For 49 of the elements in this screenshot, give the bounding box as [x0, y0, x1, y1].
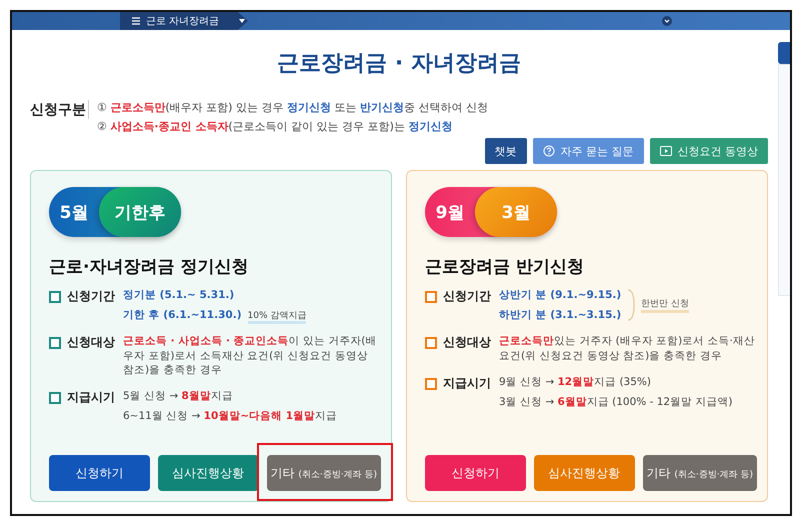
square-bullet-icon [49, 337, 61, 350]
brace-icon [627, 288, 636, 322]
note-label: 한번만 신청 [641, 297, 690, 314]
status-button[interactable]: 심사진행상황 [534, 455, 635, 491]
row-label: 지급시기 [67, 388, 115, 406]
info-line: 9월 신청 → 12월말지급 (35%) [499, 376, 651, 388]
row-label: 신청대상 [67, 334, 115, 352]
note-label: 10% 감액지급 [248, 311, 306, 324]
info-line: 근로소득만있는 거주자 (배우자 포함)로서 소득·재산 요건(위 신청요건 동영상 참조)을 충족한 경우 [499, 335, 755, 362]
type-description: ② 사업소득·종교인 소득자(근로소득이 같이 있는 경우 포함)는 정기신청 [97, 119, 454, 134]
other-button[interactable]: 기타 (취소·증빙·계좌 등) [266, 455, 381, 491]
chevron-down-icon[interactable] [662, 16, 672, 26]
card-title: 근로·자녀장려금 정기신청 [49, 256, 250, 278]
chatbot-button[interactable]: 챗봇 [484, 138, 526, 164]
card-title: 근로장려금 반기신청 [425, 256, 585, 278]
question-icon [542, 145, 554, 157]
square-bullet-icon [425, 291, 437, 303]
apply-button[interactable]: 신청하기 [425, 455, 526, 491]
faq-button[interactable]: 자주 묻는 질문 [532, 138, 644, 164]
square-bullet-icon [49, 291, 61, 303]
month-label: 5월 [58, 202, 90, 224]
info-line: 상반기 분 (9.1.~9.15.) [499, 289, 622, 301]
page-title: 근로장려금 · 자녀장려금 [276, 50, 522, 78]
square-bullet-icon [425, 337, 437, 350]
square-bullet-icon [425, 378, 437, 390]
info-line: 3월 신청 → 6월말지급 (100% - 12월말 지급액) [499, 396, 733, 408]
row-label: 신청기간 [67, 288, 115, 305]
square-bullet-icon [49, 392, 61, 404]
menu-icon[interactable] [132, 17, 140, 25]
other-button[interactable]: 기타 (취소·증빙·계좌 등) [642, 455, 757, 491]
row-label: 신청대상 [443, 334, 491, 352]
month-label: 기한후 [99, 187, 181, 237]
month-label: 3월 [475, 187, 557, 237]
row-label: 지급시기 [443, 374, 491, 392]
info-line: 하반기 분 (3.1.~3.15.) [499, 309, 622, 322]
month-label: 9월 [434, 202, 466, 224]
caret-icon[interactable] [239, 19, 246, 23]
info-line: 5월 신청 → 8월말지급 [123, 390, 233, 402]
info-line: 기한 후 (6.1.~11.30.) [123, 309, 242, 322]
play-icon [660, 146, 672, 156]
row-label: 신청기간 [443, 288, 491, 305]
info-line: 6~11월 신청 → 10월말~다음해 1월말지급 [123, 410, 338, 422]
info-line: 정기분 (5.1.~ 5.31.) [123, 289, 234, 301]
type-description: ① 근로소득만(배우자 포함) 있는 경우 정기신청 또는 반기신청중 선택하여 신청 [97, 100, 488, 115]
info-line: 근로소득 · 사업소득 · 종교인소득이 있는 거주자(배우자 포함)로서 소득재산 요건(위 신청요건 동영상 참조)을 충족한 경우 [123, 335, 376, 376]
section-label: 신청구분 [30, 100, 89, 119]
video-button[interactable]: 신청요건 동영상 [650, 138, 768, 164]
status-button[interactable]: 심사진행상황 [158, 455, 259, 491]
apply-button[interactable]: 신청하기 [49, 455, 150, 491]
